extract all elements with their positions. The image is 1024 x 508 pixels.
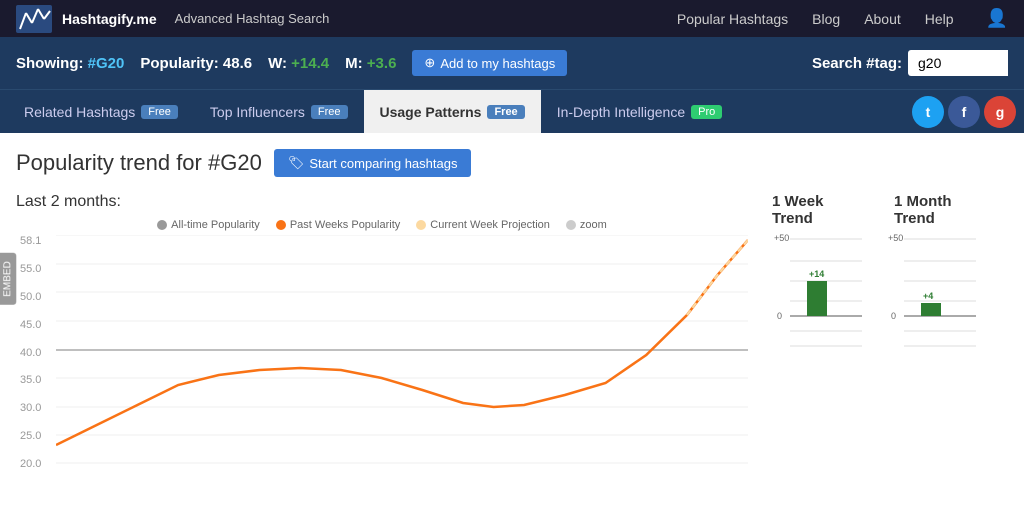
logo-area: Hashtagify.me Advanced Hashtag Search	[16, 5, 677, 33]
chart-legend: All-time Popularity Past Weeks Popularit…	[16, 219, 748, 231]
tab-usage-patterns[interactable]: Usage Patterns Free	[364, 90, 541, 133]
tab-bar: Related Hashtags Free Top Influencers Fr…	[0, 89, 1024, 133]
site-name: Hashtagify.me	[62, 11, 157, 27]
search-input[interactable]	[908, 50, 1008, 76]
week-trend-title: 1 Week Trend	[772, 193, 862, 227]
about-link[interactable]: About	[864, 11, 901, 27]
month-trend-svg: +50 0 +4	[886, 231, 976, 351]
compare-button[interactable]: 🏷 Start comparing hashtags	[274, 149, 472, 177]
blog-link[interactable]: Blog	[812, 11, 840, 27]
main-content: Popularity trend for #G20 🏷 Start compar…	[0, 133, 1024, 470]
social-icons: t f g	[912, 90, 1024, 133]
main-chart	[56, 235, 748, 465]
hashtag-value: #G20	[88, 55, 125, 72]
svg-text:0: 0	[777, 311, 782, 321]
month-trend-title: 1 Month Trend	[894, 193, 984, 227]
y-axis: 20.0 25.0 30.0 35.0 40.0 45.0 50.0 55.0 …	[20, 235, 41, 470]
svg-text:+50: +50	[888, 233, 903, 243]
top-nav-links: Popular Hashtags Blog About Help 👤	[677, 8, 1008, 29]
section-subtitle: Last 2 months:	[16, 193, 748, 211]
search-label: Search #tag:	[812, 55, 902, 72]
trend-section: 1 Week Trend 1 Month Trend +50 0	[772, 193, 1008, 356]
tab-indepth-intelligence[interactable]: In-Depth Intelligence Pro	[541, 90, 739, 133]
showing-label: Showing: #G20	[16, 55, 124, 72]
svg-text:+4: +4	[923, 291, 933, 301]
left-panel: Popularity trend for #G20 🏷 Start compar…	[16, 149, 748, 470]
legend-pastweeks: Past Weeks Popularity	[276, 219, 400, 231]
user-icon[interactable]: 👤	[986, 8, 1008, 29]
svg-text:0: 0	[891, 311, 896, 321]
legend-alltime: All-time Popularity	[157, 219, 260, 231]
legend-projection: Current Week Projection	[416, 219, 550, 231]
search-area: Search #tag:	[812, 50, 1008, 76]
info-bar: Showing: #G20 Popularity: 48.6 W: +14.4 …	[0, 37, 1024, 89]
week-trend-svg: +50 0 +14	[772, 231, 862, 351]
chart-wrapper: 20.0 25.0 30.0 35.0 40.0 45.0 50.0 55.0 …	[56, 235, 748, 470]
embed-tab[interactable]: EMBED	[0, 254, 16, 306]
legend-zoom: zoom	[566, 219, 607, 231]
w-stat: W: +14.4	[268, 55, 329, 72]
popular-hashtags-link[interactable]: Popular Hashtags	[677, 11, 788, 27]
tab-related-hashtags[interactable]: Related Hashtags Free	[8, 90, 194, 133]
m-stat: M: +3.6	[345, 55, 396, 72]
legend-dot-pastweeks	[276, 220, 286, 230]
twitter-button[interactable]: t	[912, 96, 944, 128]
svg-text:+14: +14	[809, 269, 824, 279]
month-trend-chart: +50 0 +4	[886, 231, 976, 356]
site-tagline: Advanced Hashtag Search	[175, 11, 330, 26]
top-navigation: Hashtagify.me Advanced Hashtag Search Po…	[0, 0, 1024, 37]
tab-group: Related Hashtags Free Top Influencers Fr…	[8, 90, 738, 133]
help-link[interactable]: Help	[925, 11, 954, 27]
trend-headers: 1 Week Trend 1 Month Trend	[772, 193, 1008, 227]
trend-charts: +50 0 +14	[772, 231, 1008, 356]
svg-text:+50: +50	[774, 233, 789, 243]
legend-dot-projection	[416, 220, 426, 230]
facebook-button[interactable]: f	[948, 96, 980, 128]
popularity-stat: Popularity: 48.6	[140, 55, 252, 72]
google-button[interactable]: g	[984, 96, 1016, 128]
legend-dot-zoom	[566, 220, 576, 230]
tab-top-influencers[interactable]: Top Influencers Free	[194, 90, 364, 133]
legend-dot-alltime	[157, 220, 167, 230]
site-logo-icon	[16, 5, 52, 33]
page-title: Popularity trend for #G20 🏷 Start compar…	[16, 149, 748, 177]
add-to-hashtags-button[interactable]: ⊕ Add to my hashtags	[412, 50, 567, 76]
week-trend-chart: +50 0 +14	[772, 231, 862, 356]
right-panel: 1 Week Trend 1 Month Trend +50 0	[748, 149, 1008, 470]
